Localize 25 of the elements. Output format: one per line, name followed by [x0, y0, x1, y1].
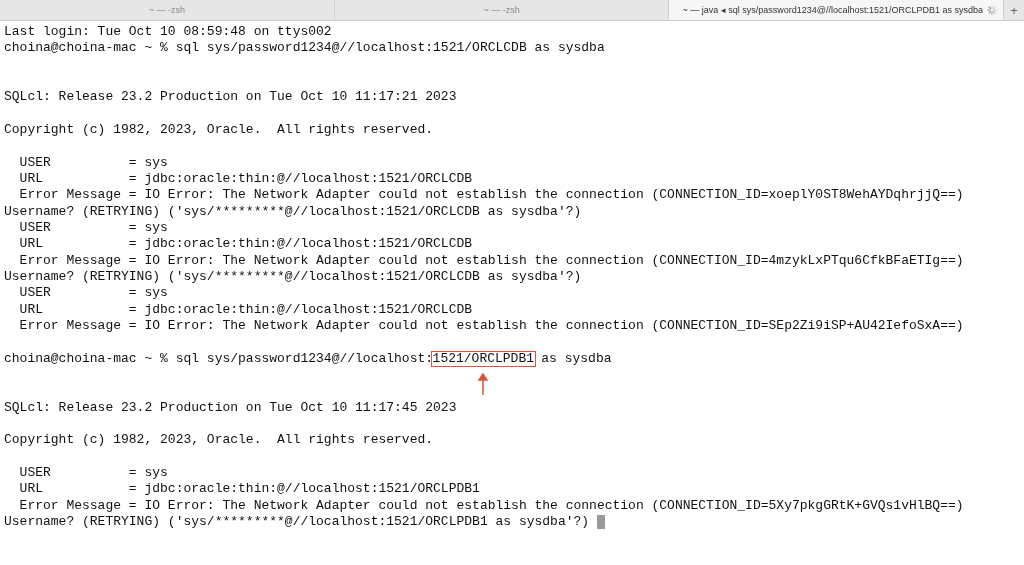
annotation-arrow	[478, 372, 489, 395]
terminal-line: Copyright (c) 1982, 2023, Oracle. All rights reserved.	[4, 432, 434, 449]
terminal-line: choina@choina-mac ~ % sql sys/password1234@//localhost:1521/ORCLCDB as sysdba	[4, 40, 605, 57]
terminal-line: as sysdba	[540, 350, 612, 367]
terminal-line: Error Message = IO Error: The Network Adapter could not establish the connection (CONNECTION_ID=4mzykLxPTqu6CfkBFaETIg==)	[18, 252, 964, 269]
terminal-line: USER = sys	[18, 219, 168, 237]
terminal-tab[interactable]: ~ — java ◂ sql sys/password1234@//localhost:1521/ORCLPDB1 as sysdba	[669, 0, 1004, 20]
terminal-line: URL = jdbc:oracle:thin:@//localhost:1521/ORCLCDB	[18, 170, 473, 188]
terminal-line: SQLcl: Release 23.2 Production on Tue Oct 10 11:17:21 2023	[4, 89, 457, 106]
terminal-line: Username? (RETRYING) ('sys/*********@//localhost:1521/ORCLCDB as sysdba'?)	[4, 203, 582, 220]
terminal-line: Error Message = IO Error: The Network Adapter could not establish the connection (CONNECTION_ID=SEp2Zi9iSP+AU42IefoSxA==)	[18, 317, 964, 335]
terminal-line: URL = jdbc:oracle:thin:@//localhost:1521/ORCLCDB	[18, 301, 473, 318]
terminal-line: Error Message = IO Error: The Network Adapter could not establish the connection (CONNECTION_ID=5Xy7pkgGRtK+GVQs1vHlBQ==)	[18, 497, 964, 514]
terminal-line: URL = jdbc:oracle:thin:@//localhost:1521/ORCLCDB	[18, 236, 473, 253]
terminal-line: Last login: Tue Oct 10 08:59:48 on ttys002	[4, 24, 332, 41]
terminal-line: USER = sys	[18, 154, 168, 171]
terminal-line: Username? (RETRYING) ('sys/*********@//localhost:1521/ORCLPDB1 as sysdba'?)	[4, 513, 591, 531]
terminal-line: Username? (RETRYING) ('sys/*********@//localhost:1521/ORCLCDB as sysdba'?)	[4, 268, 582, 286]
new-tab-button[interactable]: +	[1004, 0, 1024, 20]
terminal-line: USER = sys	[18, 464, 168, 482]
terminal-line: SQLcl: Release 23.2 Production on Tue Oct 10 11:17:45 2023	[4, 399, 457, 416]
terminal-line: URL = jdbc:oracle:thin:@//localhost:1521/ORCLPDB1	[18, 481, 480, 498]
terminal-line: Error Message = IO Error: The Network Adapter could not establish the connection (CONNECTION_ID=xoeplY0ST8WehAYDqhrjjQ==)	[18, 187, 964, 204]
terminal-line: USER = sys	[18, 285, 168, 302]
terminal-line: Copyright (c) 1982, 2023, Oracle. All rights reserved.	[4, 121, 434, 139]
